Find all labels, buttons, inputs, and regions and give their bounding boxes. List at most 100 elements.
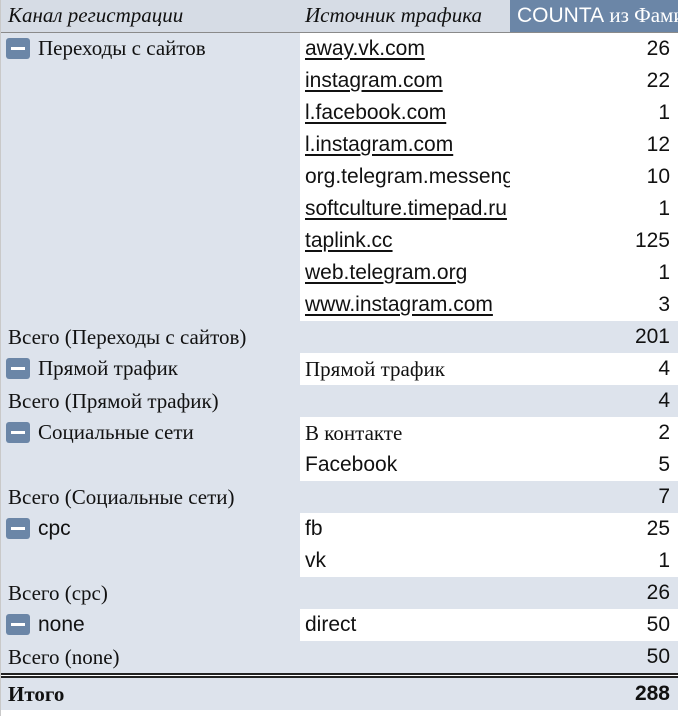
source-link[interactable]: taplink.cc <box>305 229 393 252</box>
source-cell: away.vk.com <box>300 33 510 65</box>
source-cell: vk <box>300 545 510 577</box>
count-cell: 3 <box>510 289 678 321</box>
count-cell: 5 <box>510 449 678 481</box>
subtotal-label: Всего (none) <box>0 641 300 673</box>
source-link[interactable]: instagram.com <box>305 69 443 92</box>
header-channel[interactable]: Канал регистрации <box>0 0 300 33</box>
source-text: Прямой трафик <box>305 357 445 381</box>
subtotal-value: 50 <box>510 641 678 673</box>
count-cell: 10 <box>510 161 678 193</box>
subtotal-spacer <box>300 641 510 673</box>
channel-label: cpc <box>38 517 71 540</box>
count-cell: 26 <box>510 33 678 65</box>
channel-cell: Социальные сети <box>0 417 300 449</box>
source-cell: Facebook <box>300 449 510 481</box>
subtotal-value: 4 <box>510 385 678 417</box>
minus-icon[interactable] <box>6 614 30 635</box>
subtotal-row: Всего (Переходы с сайтов) 201 <box>0 321 678 353</box>
subtotal-spacer <box>300 385 510 417</box>
subtotal-spacer <box>300 321 510 353</box>
source-cell: web.telegram.org <box>300 257 510 289</box>
source-text: org.telegram.messenger <box>305 165 510 188</box>
pivot-header-row: Канал регистрации Источник трафика COUNT… <box>0 0 678 33</box>
table-row: l.instagram.com 12 <box>0 129 678 161</box>
minus-icon[interactable] <box>6 518 30 539</box>
count-cell: 22 <box>510 65 678 97</box>
count-cell: 12 <box>510 129 678 161</box>
grand-total-spacer <box>300 676 510 710</box>
minus-icon[interactable] <box>6 358 30 379</box>
source-link[interactable]: l.instagram.com <box>305 133 453 156</box>
subtotal-label: Всего (Социальные сети) <box>0 481 300 513</box>
source-link[interactable]: softculture.timepad.ru <box>305 197 507 220</box>
header-channel-label: Канал регистрации <box>8 3 184 27</box>
grand-total-label: Итого <box>8 682 65 706</box>
count-cell: 25 <box>510 513 678 545</box>
subtotal-row: Всего (Прямой трафик) 4 <box>0 385 678 417</box>
source-cell: В контакте <box>300 417 510 449</box>
source-link[interactable]: l.facebook.com <box>305 101 446 124</box>
header-count-field: из Фамилия <box>609 3 678 27</box>
source-cell: www.instagram.com <box>300 289 510 321</box>
header-count[interactable]: COUNTA из Фамилия <box>510 0 678 33</box>
channel-cell: none <box>0 609 300 641</box>
channel-cell <box>0 449 300 481</box>
table-row: softculture.timepad.ru 1 <box>0 193 678 225</box>
header-source-label: Источник трафика <box>305 3 482 27</box>
total-divider-top <box>0 673 678 675</box>
source-text: Facebook <box>305 453 398 476</box>
table-row: org.telegram.messenger 10 <box>0 161 678 193</box>
source-text: fb <box>305 517 323 540</box>
source-link[interactable]: web.telegram.org <box>305 261 467 284</box>
source-text: В контакте <box>305 421 403 445</box>
channel-cell <box>0 129 300 161</box>
header-source[interactable]: Источник трафика <box>300 0 510 33</box>
count-cell: 1 <box>510 257 678 289</box>
channel-cell <box>0 545 300 577</box>
source-cell: l.facebook.com <box>300 97 510 129</box>
count-cell: 4 <box>510 353 678 385</box>
channel-label: Социальные сети <box>38 420 194 444</box>
channel-cell <box>0 65 300 97</box>
subtotal-spacer <box>300 577 510 609</box>
table-row: l.facebook.com 1 <box>0 97 678 129</box>
count-cell: 125 <box>510 225 678 257</box>
source-cell: l.instagram.com <box>300 129 510 161</box>
source-cell: direct <box>300 609 510 641</box>
count-cell: 1 <box>510 545 678 577</box>
table-row: none direct 50 <box>0 609 678 641</box>
source-link[interactable]: away.vk.com <box>305 37 425 60</box>
subtotal-value: 26 <box>510 577 678 609</box>
table-row: Facebook 5 <box>0 449 678 481</box>
left-border <box>0 0 1 716</box>
minus-icon[interactable] <box>6 38 30 59</box>
table-row: Прямой трафик Прямой трафик 4 <box>0 353 678 385</box>
subtotal-row: Всего (Социальные сети) 7 <box>0 481 678 513</box>
subtotal-spacer <box>300 481 510 513</box>
table-row: www.instagram.com 3 <box>0 289 678 321</box>
channel-label: none <box>38 613 85 636</box>
source-cell: instagram.com <box>300 65 510 97</box>
channel-cell <box>0 225 300 257</box>
grand-total-row: Итого 288 <box>0 676 678 710</box>
pivot-table: Канал регистрации Источник трафика COUNT… <box>0 0 678 716</box>
table-row: cpc fb 25 <box>0 513 678 545</box>
channel-cell <box>0 161 300 193</box>
source-cell: org.telegram.messenger <box>300 161 510 193</box>
table-row: vk 1 <box>0 545 678 577</box>
table-row: Переходы с сайтов away.vk.com 26 <box>0 33 678 65</box>
table-row: Социальные сети В контакте 2 <box>0 417 678 449</box>
table-row: web.telegram.org 1 <box>0 257 678 289</box>
channel-cell: cpc <box>0 513 300 545</box>
source-link[interactable]: www.instagram.com <box>305 293 493 316</box>
table-row: taplink.cc 125 <box>0 225 678 257</box>
subtotal-label: Всего (cpc) <box>0 577 300 609</box>
channel-cell: Переходы с сайтов <box>0 33 300 65</box>
table-row: instagram.com 22 <box>0 65 678 97</box>
channel-label: Переходы с сайтов <box>38 36 206 60</box>
subtotal-row: Всего (cpc) 26 <box>0 577 678 609</box>
source-text: direct <box>305 613 357 636</box>
count-cell: 1 <box>510 97 678 129</box>
minus-icon[interactable] <box>6 422 30 443</box>
source-cell: taplink.cc <box>300 225 510 257</box>
